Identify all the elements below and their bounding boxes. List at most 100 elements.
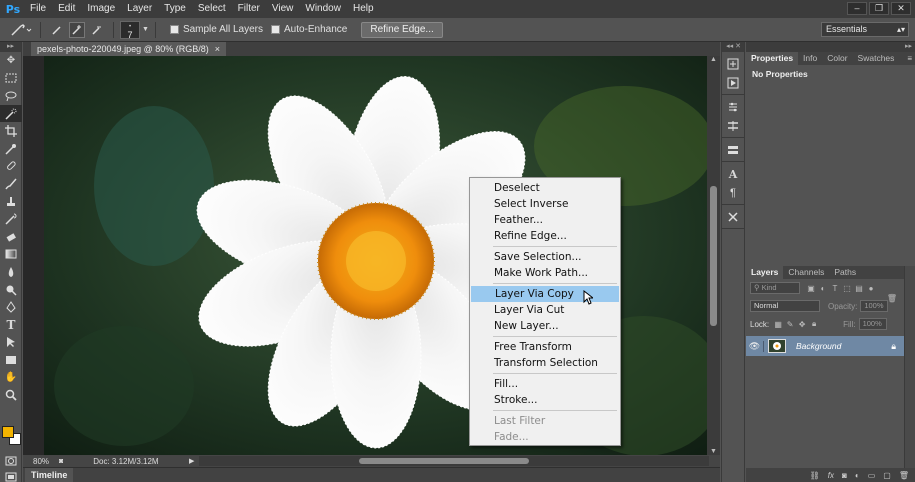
refine-edge-button[interactable]: Refine Edge... [361, 21, 443, 38]
filter-shape-icon[interactable]: ⬚ [842, 284, 852, 293]
collapse-panel-icon[interactable]: ▸▸ [0, 42, 21, 52]
hand-tool-icon[interactable]: ✋ [0, 369, 22, 387]
menu-item-make-work-path[interactable]: Make Work Path... [470, 265, 620, 281]
menu-item-layer-via-copy[interactable]: Layer Via Copy [471, 286, 619, 302]
brush-tool-icon[interactable] [0, 175, 22, 193]
checkbox-box[interactable] [270, 25, 280, 34]
menu-item-stroke[interactable]: Stroke... [470, 392, 620, 408]
history-panel-icon[interactable] [722, 55, 744, 73]
fill-field[interactable]: 100% [858, 318, 887, 330]
adjustments-panel-icon[interactable] [722, 98, 744, 116]
chevron-down-icon[interactable]: ▼ [142, 26, 149, 33]
timeline-tab[interactable]: Timeline [25, 468, 74, 482]
eyedropper-tool-icon[interactable] [0, 140, 22, 158]
clone-stamp-tool-icon[interactable] [0, 193, 22, 211]
brushes-panel-icon[interactable] [722, 141, 744, 159]
sample-all-layers-checkbox[interactable]: Sample All Layers [169, 24, 263, 35]
auto-enhance-checkbox[interactable]: Auto-Enhance [270, 24, 347, 35]
eraser-tool-icon[interactable] [0, 228, 22, 246]
tab-channels[interactable]: Channels [783, 266, 829, 279]
tab-swatches[interactable]: Swatches [853, 52, 900, 65]
vertical-scrollbar[interactable]: ▲ ▼ [707, 56, 720, 455]
panel-menu-icon[interactable]: ≡ [907, 52, 912, 65]
move-tool-icon[interactable]: ✥ [0, 52, 22, 70]
close-button[interactable]: ✕ [891, 2, 911, 15]
paragraph-panel-icon[interactable]: ¶ [722, 184, 744, 202]
tab-properties[interactable]: Properties [746, 52, 799, 65]
tab-layers[interactable]: Layers [746, 266, 784, 279]
tool-preset-picker[interactable] [8, 21, 34, 39]
lock-position-icon[interactable]: ✥ [797, 320, 807, 329]
horizontal-scrollbar[interactable] [199, 456, 709, 466]
filter-toggle-icon[interactable]: ● [866, 284, 876, 293]
foreground-color-swatch[interactable] [2, 426, 14, 438]
scroll-thumb[interactable] [710, 186, 717, 326]
menu-select[interactable]: Select [192, 0, 232, 18]
menu-window[interactable]: Window [299, 0, 347, 18]
healing-brush-tool-icon[interactable] [0, 158, 22, 176]
filter-type-icon[interactable]: T [830, 284, 840, 293]
document-tab[interactable]: pexels-photo-220049.jpeg @ 80% (RGB/8) × [31, 42, 226, 56]
expand-panels-icon[interactable]: ◂◂ ✕ [722, 42, 744, 52]
menu-item-fill[interactable]: Fill... [470, 376, 620, 392]
menu-type[interactable]: Type [158, 0, 192, 18]
collapse-panels-icon[interactable]: ▸▸ [746, 42, 915, 52]
menu-item-feather[interactable]: Feather... [470, 212, 620, 228]
export-icon[interactable]: ◙ [59, 458, 63, 465]
quick-mask-icon[interactable] [0, 452, 22, 470]
scroll-thumb[interactable] [359, 458, 529, 464]
screen-mode-icon[interactable] [0, 468, 22, 482]
checkbox-box[interactable] [169, 25, 179, 34]
visibility-eye-icon[interactable]: 👁︎ [746, 340, 764, 352]
quick-selection-tool-icon[interactable] [0, 104, 22, 123]
lock-pixels-icon[interactable]: ✎ [785, 320, 795, 329]
add-to-selection-icon[interactable] [69, 21, 85, 38]
minimize-button[interactable]: – [847, 2, 867, 15]
add-mask-icon[interactable]: ◙ [842, 471, 847, 480]
gradient-tool-icon[interactable] [0, 246, 22, 264]
layers-scrollbar[interactable] [904, 266, 915, 482]
menu-item-free-transform[interactable]: Free Transform [470, 339, 620, 355]
blend-mode-select[interactable]: Normal [750, 300, 820, 312]
dodge-tool-icon[interactable] [0, 281, 22, 299]
rectangle-tool-icon[interactable] [0, 351, 22, 369]
subtract-from-selection-icon[interactable] [89, 22, 105, 38]
path-selection-tool-icon[interactable] [0, 334, 22, 352]
zoom-tool-icon[interactable] [0, 386, 22, 404]
pen-tool-icon[interactable] [0, 298, 22, 316]
tool-presets-panel-icon[interactable] [722, 208, 744, 226]
menu-item-deselect[interactable]: Deselect [470, 180, 620, 196]
lasso-tool-icon[interactable] [0, 87, 22, 105]
menu-filter[interactable]: Filter [232, 0, 266, 18]
history-brush-tool-icon[interactable] [0, 210, 22, 228]
styles-panel-icon[interactable] [722, 117, 744, 135]
new-group-icon[interactable]: ▭ [868, 471, 876, 480]
layer-name[interactable]: Background [796, 341, 891, 351]
crop-tool-icon[interactable] [0, 122, 22, 140]
type-tool-icon[interactable]: T [0, 316, 22, 334]
close-tab-icon[interactable]: × [215, 42, 220, 56]
menu-file[interactable]: File [24, 0, 52, 18]
new-selection-icon[interactable] [49, 22, 65, 38]
status-menu-arrow-icon[interactable]: ▶ [189, 457, 194, 465]
menu-item-new-layer[interactable]: New Layer... [470, 318, 620, 334]
menu-item-transform-selection[interactable]: Transform Selection [470, 355, 620, 371]
menu-item-layer-via-cut[interactable]: Layer Via Cut [470, 302, 620, 318]
delete-layer-icon[interactable]: 🗑 [899, 471, 909, 480]
brush-size-picker[interactable]: • 7 [120, 20, 140, 39]
layer-row-background[interactable]: 👁︎ Background 🔒︎ [746, 336, 904, 356]
lock-transparency-icon[interactable]: ▦ [773, 320, 783, 329]
menu-help[interactable]: Help [347, 0, 380, 18]
menu-item-select-inverse[interactable]: Select Inverse [470, 196, 620, 212]
link-layers-icon[interactable]: ⛓ [810, 471, 820, 480]
scroll-up-icon[interactable]: ▲ [707, 56, 720, 63]
tab-color[interactable]: Color [822, 52, 852, 65]
marquee-tool-icon[interactable] [0, 70, 22, 88]
menu-item-save-selection[interactable]: Save Selection... [470, 249, 620, 265]
restore-button[interactable]: ❐ [869, 2, 889, 15]
zoom-level-field[interactable]: 80% [23, 457, 59, 466]
layer-filter-kind-select[interactable]: ⚲ Kind [750, 282, 800, 294]
new-layer-icon[interactable]: ▢ [883, 471, 891, 480]
scroll-down-icon[interactable]: ▼ [707, 448, 720, 455]
menu-item-refine-edge[interactable]: Refine Edge... [470, 228, 620, 244]
